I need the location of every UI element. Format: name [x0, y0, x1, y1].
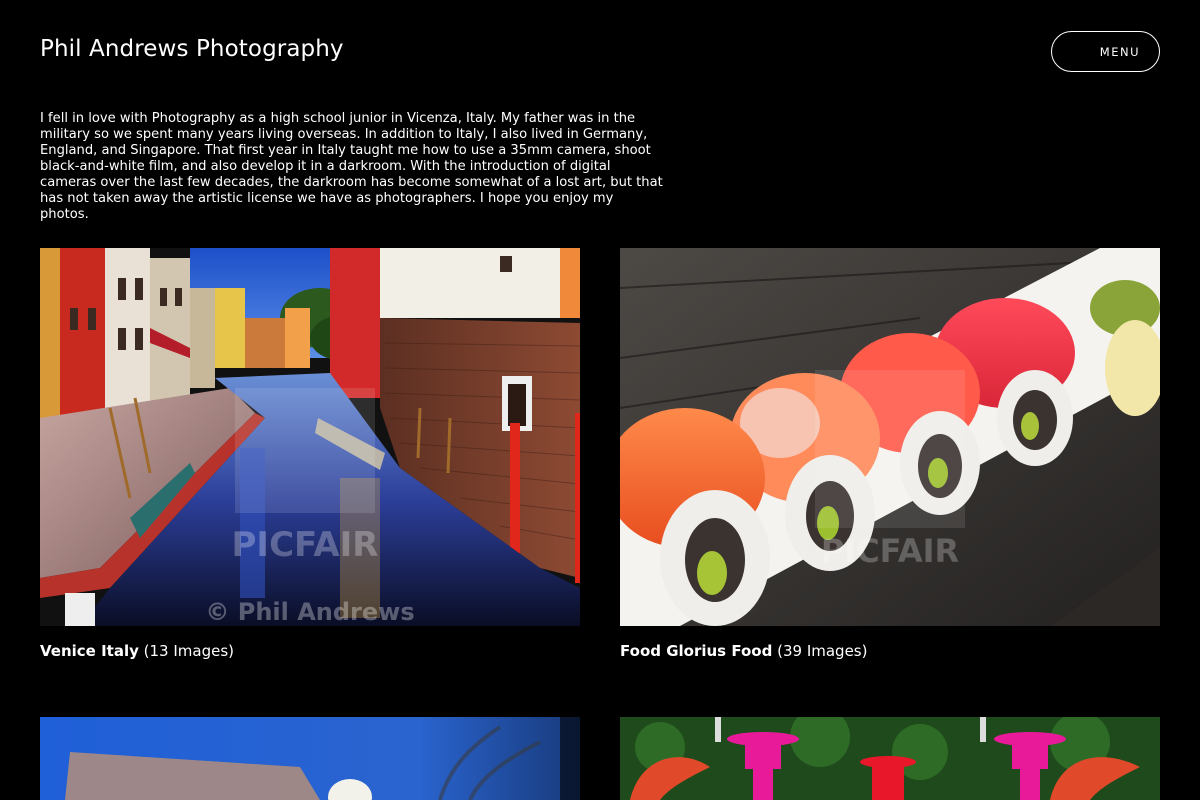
sushi-photo: PICFAIR [620, 248, 1160, 626]
gallery-card-4[interactable] [620, 717, 1160, 800]
gallery-title: Food Glorius Food [620, 642, 773, 660]
gallery-card-3[interactable] [40, 717, 580, 800]
gallery-count: (13 Images) [143, 642, 235, 660]
food-watermark-brand: PICFAIR [821, 532, 959, 570]
venice-watermark-brand: PICFAIR [232, 525, 379, 565]
gallery-thumbnail-3[interactable] [40, 717, 580, 800]
site-title[interactable]: Phil Andrews Photography [40, 36, 344, 62]
gallery-thumbnail-venice[interactable]: PICFAIR © Phil Andrews [40, 248, 580, 626]
blurred-sky-photo [40, 717, 580, 800]
gallery-caption-food[interactable]: Food Glorius Food (39 Images) [620, 642, 867, 660]
intro-text: I fell in love with Photography as a hig… [40, 111, 663, 222]
gallery-thumbnail-4[interactable] [620, 717, 1160, 800]
gallery-card-venice[interactable]: PICFAIR © Phil Andrews Venice Italy (13 … [40, 248, 580, 668]
venice-photo: PICFAIR © Phil Andrews [40, 248, 580, 626]
page: Phil Andrews Photography MENU I fell in … [0, 0, 1200, 800]
gallery-count: (39 Images) [777, 642, 868, 660]
gallery-card-food[interactable]: PICFAIR Food Glorius Food (39 Images) [620, 248, 1160, 668]
venice-watermark-copyright: © Phil Andrews [205, 598, 414, 626]
menu-button[interactable]: MENU [1051, 31, 1160, 72]
garden-urns-photo [620, 717, 1160, 800]
gallery-title: Venice Italy [40, 642, 139, 660]
gallery-caption-venice[interactable]: Venice Italy (13 Images) [40, 642, 234, 660]
gallery-thumbnail-food[interactable]: PICFAIR [620, 248, 1160, 626]
